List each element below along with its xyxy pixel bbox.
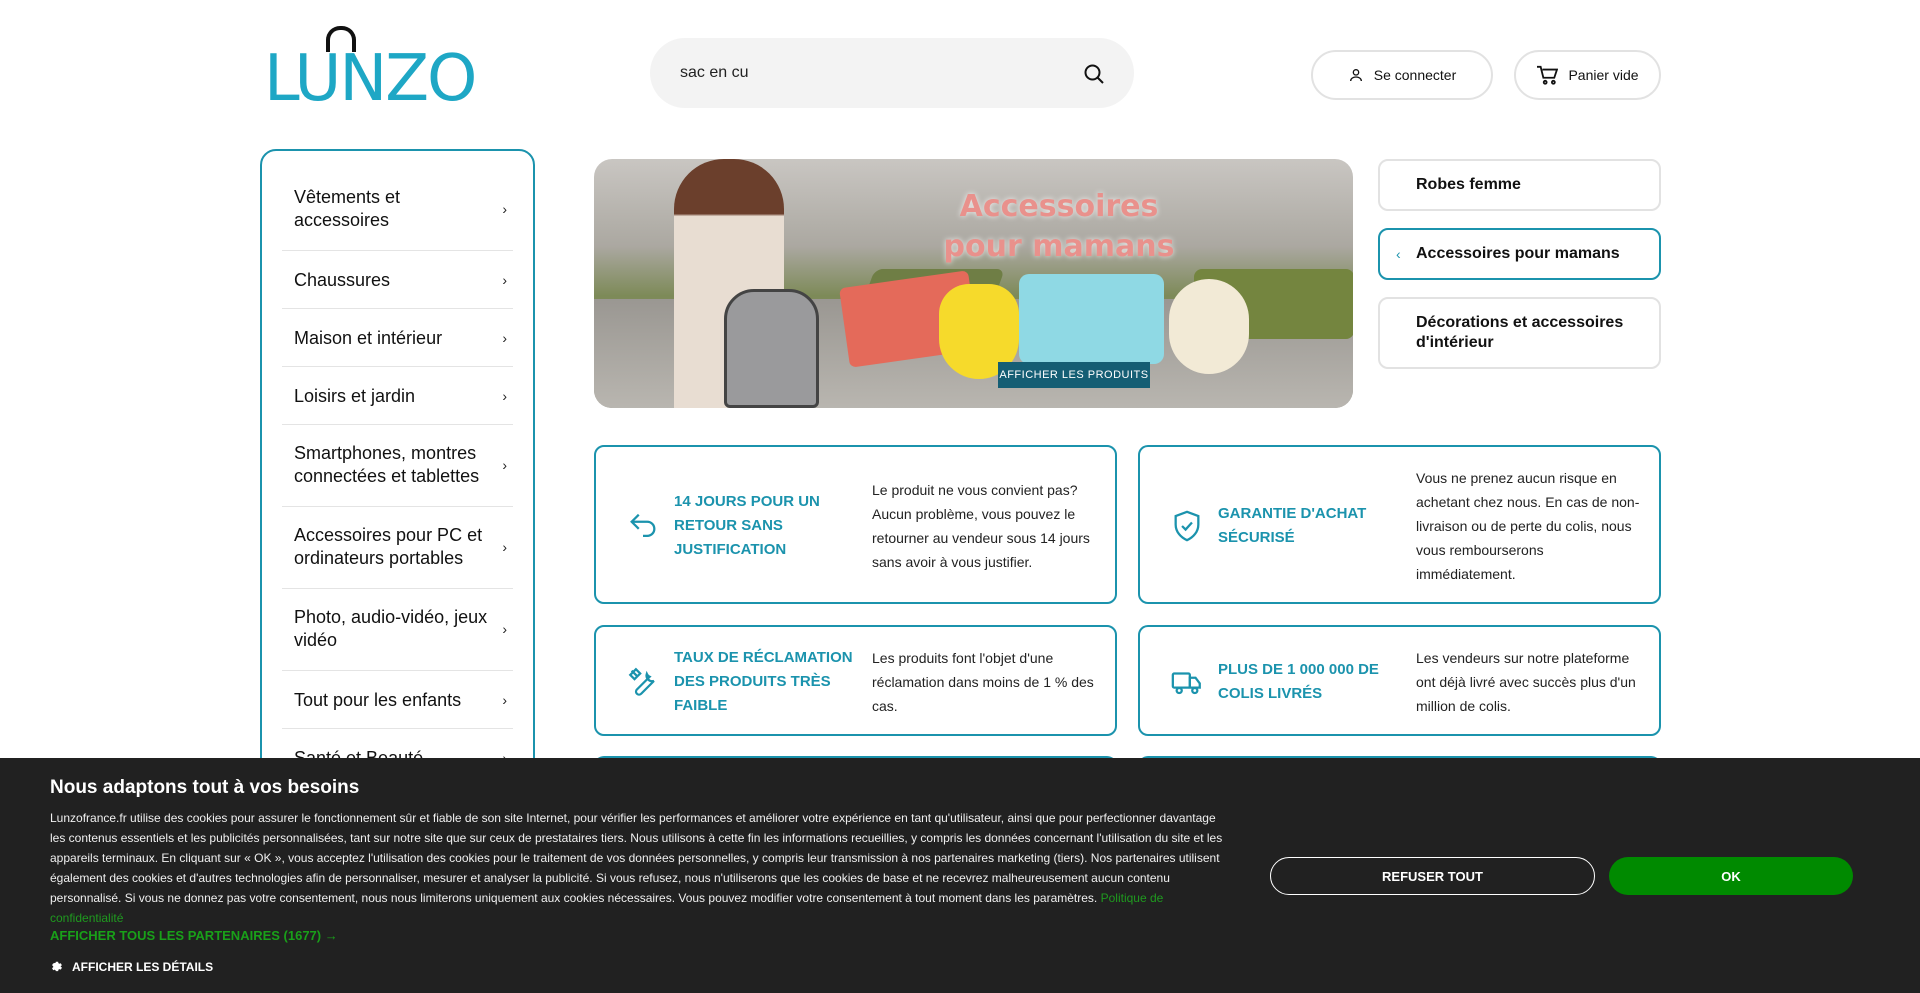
tools-icon	[628, 667, 655, 696]
header: LUNZO Se connecter Panier vide	[0, 0, 1920, 140]
banner-title: Accessoires pour mamans	[943, 189, 1175, 264]
refuse-all-button[interactable]: REFUSER TOUT	[1270, 857, 1595, 895]
return-arrow-icon	[630, 513, 656, 538]
divider	[282, 250, 513, 251]
sidebar-item-label: Loisirs et jardin	[294, 385, 416, 406]
sidebar-item-smartphones[interactable]: Smartphones, montres connectées et table…	[282, 441, 513, 489]
info-card-guarantee: GARANTIE D'ACHAT SÉCURISÉ Vous ne prenez…	[1138, 445, 1661, 604]
chevron-right-icon: ›	[502, 620, 507, 637]
divider	[282, 506, 513, 507]
login-label: Se connecter	[1373, 67, 1457, 83]
chevron-right-icon: ›	[502, 538, 507, 555]
sidebar-item-chaussures[interactable]: Chaussures ›	[282, 267, 513, 293]
info-card-claims: TAUX DE RÉCLAMATION DES PRODUITS TRÈS FA…	[594, 625, 1117, 736]
sidebar-item-label: Photo, audio-vidéo, jeux vidéo	[294, 607, 488, 650]
chevron-left-icon: ‹	[1396, 246, 1401, 262]
user-icon	[1349, 69, 1362, 82]
divider	[282, 728, 513, 729]
chevron-right-icon: ›	[502, 200, 507, 217]
divider	[282, 424, 513, 425]
stroller-icon	[724, 289, 819, 408]
hero-banner[interactable]: Accessoires pour mamans AFFICHER LES PRO…	[594, 159, 1353, 408]
cart-label: Panier vide	[1568, 67, 1639, 83]
info-card-return: 14 JOURS POUR UN RETOUR SANS JUSTIFICATI…	[594, 445, 1117, 604]
show-partners-link[interactable]: AFFICHER TOUS LES PARTENAIRES (1677) →	[50, 928, 338, 943]
search-bar	[650, 38, 1134, 108]
sidebar-item-label: Smartphones, montres connectées et table…	[294, 443, 480, 486]
category-decorations[interactable]: Décorations et accessoires d'intérieur	[1378, 297, 1661, 369]
card-title: PLUS DE 1 000 000 DE COLIS LIVRÉS	[1218, 661, 1379, 702]
chevron-right-icon: ›	[502, 691, 507, 708]
show-products-button[interactable]: AFFICHER LES PRODUITS	[998, 362, 1150, 388]
cookie-text: Lunzofrance.fr utilise des cookies pour …	[50, 808, 1230, 928]
sidebar-item-enfants[interactable]: Tout pour les enfants ›	[282, 687, 513, 713]
card-title: TAUX DE RÉCLAMATION DES PRODUITS TRÈS FA…	[674, 649, 853, 714]
info-card-parcels: PLUS DE 1 000 000 DE COLIS LIVRÉS Les ve…	[1138, 625, 1661, 736]
chevron-right-icon: ›	[502, 329, 507, 346]
sidebar-item-label: Tout pour les enfants	[294, 689, 462, 710]
cart-button[interactable]: Panier vide	[1514, 50, 1661, 100]
category-label: Robes femme	[1416, 176, 1521, 193]
cart-icon	[1537, 65, 1559, 85]
category-robes-femme[interactable]: Robes femme	[1378, 159, 1661, 211]
divider	[282, 670, 513, 671]
logo-text: LUNZO	[264, 42, 477, 116]
divider	[282, 308, 513, 309]
sidebar-item-maison[interactable]: Maison et intérieur ›	[282, 325, 513, 351]
sidebar-item-label: Chaussures	[294, 269, 391, 290]
cookie-banner: Nous adaptons tout à vos besoins Lunzofr…	[0, 758, 1920, 993]
divider	[282, 588, 513, 589]
chevron-right-icon: ›	[502, 456, 507, 473]
card-text: Le produit ne vous convient pas? Aucun p…	[872, 482, 1090, 570]
sidebar-item-photo-audio[interactable]: Photo, audio-vidéo, jeux vidéo ›	[282, 605, 513, 653]
sidebar-item-label: Accessoires pour PC et ordinateurs porta…	[294, 525, 483, 568]
cookie-body: Lunzofrance.fr utilise des cookies pour …	[50, 811, 1223, 905]
show-details-toggle[interactable]: AFFICHER LES DÉTAILS	[50, 960, 213, 974]
card-title: GARANTIE D'ACHAT SÉCURISÉ	[1218, 505, 1367, 546]
card-text: Vous ne prenez aucun risque en achetant …	[1416, 470, 1640, 582]
card-title: 14 JOURS POUR UN RETOUR SANS JUSTIFICATI…	[674, 493, 820, 558]
accept-ok-button[interactable]: OK	[1609, 857, 1853, 895]
search-icon[interactable]	[1082, 62, 1106, 86]
truck-icon	[1171, 672, 1201, 695]
category-label: Accessoires pour mamans	[1416, 245, 1620, 262]
cookie-title: Nous adaptons tout à vos besoins	[50, 777, 360, 798]
sidebar-item-loisirs[interactable]: Loisirs et jardin ›	[282, 383, 513, 409]
login-button[interactable]: Se connecter	[1311, 50, 1493, 100]
search-input[interactable]	[680, 38, 1060, 108]
category-label: Décorations et accessoires d'intérieur	[1416, 314, 1624, 351]
gear-icon	[52, 961, 62, 972]
page: LUNZO Se connecter Panier vide	[0, 0, 1920, 993]
chevron-right-icon: ›	[502, 387, 507, 404]
sidebar-item-label: Maison et intérieur	[294, 327, 443, 348]
category-sidebar: Vêtements et accessoires › Chaussures › …	[260, 149, 535, 789]
card-text: Les vendeurs sur notre plateforme ont dé…	[1416, 650, 1636, 714]
show-details-label: AFFICHER LES DÉTAILS	[72, 960, 214, 974]
sidebar-item-vetements[interactable]: Vêtements et accessoires ›	[282, 185, 513, 233]
logo[interactable]: LUNZO	[264, 26, 477, 116]
sidebar-item-label: Vêtements et accessoires	[294, 187, 401, 230]
chevron-right-icon: ›	[502, 271, 507, 288]
bag-shape	[1019, 274, 1164, 364]
owl-toy-shape	[1169, 279, 1249, 374]
shield-check-icon	[1174, 510, 1200, 542]
category-accessoires-mamans[interactable]: ‹ Accessoires pour mamans	[1378, 228, 1661, 280]
card-text: Les produits font l'objet d'une réclamat…	[872, 650, 1094, 714]
sidebar-item-accessoires-pc[interactable]: Accessoires pour PC et ordinateurs porta…	[282, 523, 513, 571]
divider	[282, 366, 513, 367]
